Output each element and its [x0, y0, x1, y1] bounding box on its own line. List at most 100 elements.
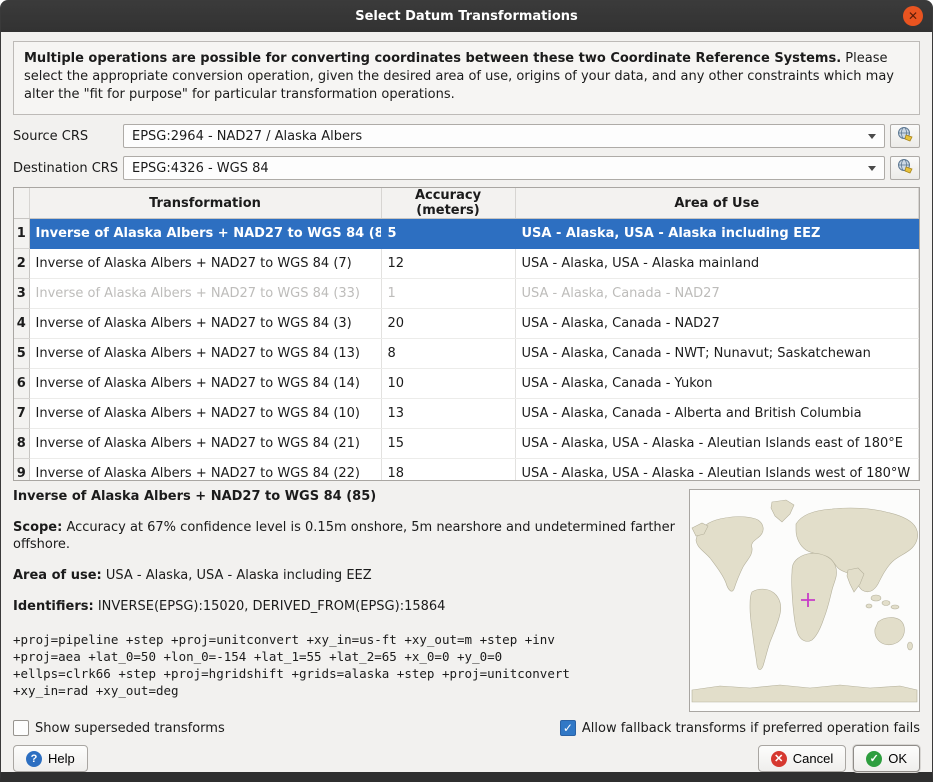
transformation-cell[interactable]: Inverse of Alaska Albers + NAD27 to WGS … — [29, 309, 381, 339]
chevron-down-icon — [868, 134, 876, 139]
crs-picker-icon — [897, 126, 913, 146]
accuracy-cell[interactable]: 20 — [381, 309, 515, 339]
ok-button-label: OK — [888, 751, 907, 766]
accuracy-cell[interactable]: 18 — [381, 459, 515, 482]
source-crs-combobox[interactable]: EPSG:2964 - NAD27 / Alaska Albers — [123, 124, 885, 148]
help-icon: ? — [26, 751, 42, 767]
transformation-cell[interactable]: Inverse of Alaska Albers + NAD27 to WGS … — [29, 429, 381, 459]
accuracy-cell[interactable]: 12 — [381, 249, 515, 279]
area-cell[interactable]: USA - Alaska, USA - Alaska - Aleutian Is… — [515, 459, 919, 482]
accuracy-cell[interactable]: 1 — [381, 279, 515, 309]
transformation-row[interactable]: 1 Inverse of Alaska Albers + NAD27 to WG… — [14, 219, 919, 249]
intro-message: Multiple operations are possible for con… — [13, 41, 920, 115]
transformations-table: Transformation Accuracy (meters) Area of… — [13, 187, 920, 481]
intro-bold-text: Multiple operations are possible for con… — [24, 51, 841, 66]
area-cell[interactable]: USA - Alaska, Canada - Yukon — [515, 369, 919, 399]
accuracy-cell[interactable]: 10 — [381, 369, 515, 399]
area-cell[interactable]: USA - Alaska, USA - Alaska including EEZ — [515, 219, 919, 249]
chevron-down-icon — [868, 166, 876, 171]
area-of-use-label: Area of use: — [13, 568, 102, 583]
ok-icon: ✓ — [866, 751, 882, 767]
accuracy-cell[interactable]: 15 — [381, 429, 515, 459]
area-cell[interactable]: USA - Alaska, Canada - NWT; Nunavut; Sas… — [515, 339, 919, 369]
help-button-label: Help — [48, 751, 75, 766]
select-datum-transformations-dialog: Select Datum Transformations ✕ Multiple … — [0, 0, 933, 782]
dialog-button-row: ? Help ✕ Cancel ✓ OK — [13, 745, 920, 772]
transformation-cell[interactable]: Inverse of Alaska Albers + NAD27 to WGS … — [29, 249, 381, 279]
transformation-cell[interactable]: Inverse of Alaska Albers + NAD27 to WGS … — [29, 219, 381, 249]
show-superseded-checkbox[interactable]: Show superseded transforms — [13, 720, 225, 736]
show-superseded-label: Show superseded transforms — [35, 721, 225, 736]
transformation-row[interactable]: 2 Inverse of Alaska Albers + NAD27 to WG… — [14, 249, 919, 279]
source-crs-value: EPSG:2964 - NAD27 / Alaska Albers — [132, 129, 362, 144]
identifiers-label: Identifiers: — [13, 599, 94, 614]
dialog-title: Select Datum Transformations — [355, 9, 578, 24]
crs-picker-icon — [897, 158, 913, 178]
cancel-button-label: Cancel — [793, 751, 833, 766]
column-header-transformation[interactable]: Transformation — [29, 188, 381, 219]
transformation-row[interactable]: 8 Inverse of Alaska Albers + NAD27 to WG… — [14, 429, 919, 459]
row-number: 9 — [14, 459, 29, 482]
help-button[interactable]: ? Help — [13, 745, 88, 772]
transformation-cell[interactable]: Inverse of Alaska Albers + NAD27 to WGS … — [29, 459, 381, 482]
area-of-use-text: USA - Alaska, USA - Alaska including EEZ — [102, 568, 372, 583]
cancel-icon: ✕ — [771, 751, 787, 767]
transformation-cell[interactable]: Inverse of Alaska Albers + NAD27 to WGS … — [29, 339, 381, 369]
area-cell[interactable]: USA - Alaska, Canada - NAD27 — [515, 279, 919, 309]
scope-label: Scope: — [13, 520, 62, 535]
destination-crs-picker-button[interactable] — [890, 156, 920, 180]
allow-fallback-label: Allow fallback transforms if preferred o… — [582, 721, 920, 736]
source-crs-row: Source CRS EPSG:2964 - NAD27 / Alaska Al… — [13, 124, 920, 148]
transformation-row[interactable]: 7 Inverse of Alaska Albers + NAD27 to WG… — [14, 399, 919, 429]
scope-text: Accuracy at 67% confidence level is 0.15… — [13, 520, 675, 552]
close-icon[interactable]: ✕ — [903, 6, 923, 26]
destination-crs-combobox[interactable]: EPSG:4326 - WGS 84 — [123, 156, 885, 180]
column-header-area-of-use[interactable]: Area of Use — [515, 188, 919, 219]
corner-header — [14, 188, 29, 219]
transformation-cell[interactable]: Inverse of Alaska Albers + NAD27 to WGS … — [29, 279, 381, 309]
transformation-row[interactable]: 4 Inverse of Alaska Albers + NAD27 to WG… — [14, 309, 919, 339]
accuracy-cell[interactable]: 13 — [381, 399, 515, 429]
source-crs-label: Source CRS — [13, 129, 123, 144]
identifiers-paragraph: Identifiers: INVERSE(EPSG):15020, DERIVE… — [13, 598, 675, 615]
source-crs-picker-button[interactable] — [890, 124, 920, 148]
transformation-row[interactable]: 5 Inverse of Alaska Albers + NAD27 to WG… — [14, 339, 919, 369]
row-number: 5 — [14, 339, 29, 369]
options-row: Show superseded transforms ✓ Allow fallb… — [13, 718, 920, 738]
details-panel: Inverse of Alaska Albers + NAD27 to WGS … — [13, 489, 920, 712]
row-number: 3 — [14, 279, 29, 309]
selected-transformation-title: Inverse of Alaska Albers + NAD27 to WGS … — [13, 489, 675, 504]
checkbox-unchecked-icon[interactable] — [13, 720, 29, 736]
cancel-button[interactable]: ✕ Cancel — [758, 745, 846, 772]
checkbox-checked-icon[interactable]: ✓ — [560, 720, 576, 736]
details-text: Inverse of Alaska Albers + NAD27 to WGS … — [13, 489, 689, 712]
ok-button[interactable]: ✓ OK — [853, 745, 920, 772]
area-of-use-map-preview — [689, 489, 920, 712]
area-cell[interactable]: USA - Alaska, Canada - NAD27 — [515, 309, 919, 339]
table-header-row: Transformation Accuracy (meters) Area of… — [14, 188, 919, 219]
transformation-cell[interactable]: Inverse of Alaska Albers + NAD27 to WGS … — [29, 399, 381, 429]
accuracy-cell[interactable]: 8 — [381, 339, 515, 369]
area-cell[interactable]: USA - Alaska, Canada - Alberta and Briti… — [515, 399, 919, 429]
transformation-cell[interactable]: Inverse of Alaska Albers + NAD27 to WGS … — [29, 369, 381, 399]
destination-crs-row: Destination CRS EPSG:4326 - WGS 84 — [13, 156, 920, 180]
allow-fallback-checkbox[interactable]: ✓ Allow fallback transforms if preferred… — [560, 720, 920, 736]
row-number: 2 — [14, 249, 29, 279]
area-cell[interactable]: USA - Alaska, USA - Alaska - Aleutian Is… — [515, 429, 919, 459]
world-map — [690, 490, 919, 711]
destination-crs-label: Destination CRS — [13, 161, 123, 176]
titlebar: Select Datum Transformations ✕ — [1, 0, 932, 32]
transformation-row[interactable]: 9 Inverse of Alaska Albers + NAD27 to WG… — [14, 459, 919, 482]
destination-crs-value: EPSG:4326 - WGS 84 — [132, 161, 269, 176]
area-of-use-paragraph: Area of use: USA - Alaska, USA - Alaska … — [13, 567, 675, 584]
dialog-content: Multiple operations are possible for con… — [1, 32, 932, 772]
accuracy-cell[interactable]: 5 — [381, 219, 515, 249]
column-header-accuracy[interactable]: Accuracy (meters) — [381, 188, 515, 219]
area-cell[interactable]: USA - Alaska, USA - Alaska mainland — [515, 249, 919, 279]
row-number: 1 — [14, 219, 29, 249]
scope-paragraph: Scope: Accuracy at 67% confidence level … — [13, 519, 675, 553]
transformation-row[interactable]: 3 Inverse of Alaska Albers + NAD27 to WG… — [14, 279, 919, 309]
identifiers-text: INVERSE(EPSG):15020, DERIVED_FROM(EPSG):… — [94, 599, 446, 614]
transformation-row[interactable]: 6 Inverse of Alaska Albers + NAD27 to WG… — [14, 369, 919, 399]
row-number: 8 — [14, 429, 29, 459]
